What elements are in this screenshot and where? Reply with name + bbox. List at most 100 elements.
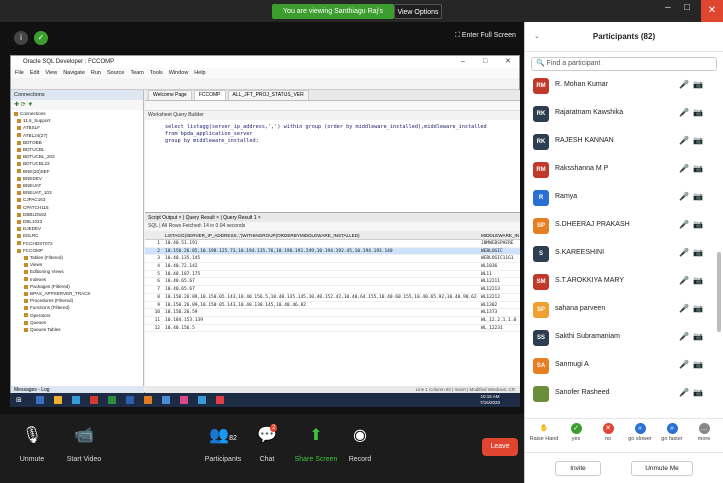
- taskbar-app-icon[interactable]: [90, 396, 98, 404]
- participant-search-input[interactable]: 🔍 Find a participant: [531, 57, 717, 71]
- maximize-button[interactable]: □: [684, 2, 690, 13]
- info-icon[interactable]: i: [14, 31, 28, 45]
- taskbar-folder-icon[interactable]: [54, 396, 62, 404]
- sqldev-minimize-button[interactable]: –: [461, 56, 465, 68]
- share-screen-button[interactable]: ⬆ Share Screen: [290, 422, 342, 463]
- tree-node[interactable]: BPAS_APPSERVER_TRACK: [14, 290, 143, 297]
- unmute-button[interactable]: 🎙 Unmute: [12, 422, 52, 463]
- menu-item-source[interactable]: Source: [107, 70, 124, 76]
- result-tabs[interactable]: Script Output × | Query Result × | Query…: [145, 212, 520, 222]
- windows-start-icon[interactable]: ⊞: [16, 396, 24, 404]
- tree-node[interactable]: Queues: [14, 319, 143, 326]
- participant-item[interactable]: RM Raksshanna M P 🎤 📷: [525, 156, 715, 184]
- tree-node[interactable]: Procedures (Filtered): [14, 297, 143, 304]
- column-header-listagg[interactable]: LISTAGG(SERVER_IP_ADDRESS,',')WITHINGROU…: [165, 231, 445, 240]
- menu-item-window[interactable]: Window: [169, 70, 189, 76]
- tree-node[interactable]: 11.6_Support: [14, 117, 143, 124]
- taskbar-app-icon[interactable]: [144, 396, 152, 404]
- tree-node[interactable]: BDTUCBL23: [14, 160, 143, 167]
- reaction-yes-button[interactable]: ✓ yes: [561, 423, 591, 442]
- tree-node[interactable]: BNE(20)SEF: [14, 168, 143, 175]
- participant-item[interactable]: SS Sakthi Subramaniam 🎤 📷: [525, 324, 715, 352]
- tree-node[interactable]: Functions (Filtered): [14, 304, 143, 311]
- tree-node[interactable]: BNEUAT: [14, 182, 143, 189]
- taskbar-app-icon[interactable]: [36, 396, 44, 404]
- column-header-middleware[interactable]: MIDDLEWARE_IN: [481, 231, 521, 240]
- taskbar-app-icon[interactable]: [108, 396, 116, 404]
- participant-item[interactable]: RK Rajaratnam Kawshika 🎤 📷: [525, 100, 715, 128]
- taskbar-app-icon[interactable]: [72, 396, 80, 404]
- menu-item-team[interactable]: Team: [130, 70, 143, 76]
- table-row[interactable]: 1 10.40.51.191 JBMWEBSPHERE: [145, 240, 520, 248]
- participant-item[interactable]: SP sahana parveen 🎤 📷: [525, 296, 715, 324]
- tree-node[interactable]: Editioning Views: [14, 268, 143, 275]
- table-row[interactable]: 4 10.40.72.142 WL1036: [145, 263, 520, 271]
- reaction-go-slower-button[interactable]: « go slower: [625, 423, 655, 442]
- document-tab[interactable]: FCCOMP: [193, 90, 226, 100]
- menu-item-tools[interactable]: Tools: [150, 70, 163, 76]
- tree-node[interactable]: Tables (Filtered): [14, 254, 143, 261]
- tree-node[interactable]: DBL1023: [14, 218, 143, 225]
- start-video-button[interactable]: 📹 Start Video: [58, 422, 110, 463]
- invite-button[interactable]: Invite: [555, 461, 601, 476]
- table-row[interactable]: 3 10.40.135.145 WEBLOGIC11G1: [145, 255, 520, 264]
- sql-editor[interactable]: select listagg(server_ip_address,',') wi…: [145, 120, 520, 210]
- chat-button[interactable]: 💬 2 Chat: [252, 422, 282, 463]
- tree-node[interactable]: ATBSLF: [14, 124, 143, 131]
- tree-node[interactable]: BNEUAT_103: [14, 189, 143, 196]
- participant-item[interactable]: RM R. Mohan Kumar 🎤 📷: [525, 72, 715, 100]
- table-row[interactable]: 9 10.150.26.89,10.150.05.143,10.40.130.14…: [145, 302, 520, 310]
- participants-button[interactable]: 👥82 Participants: [198, 422, 248, 463]
- enter-full-screen-button[interactable]: ⛶ Enter Full Screen: [455, 32, 516, 40]
- participants-scrollbar[interactable]: [717, 252, 721, 332]
- menu-item-help[interactable]: Help: [194, 70, 205, 76]
- tree-node[interactable]: FCCOMP: [14, 247, 143, 254]
- reaction-no-button[interactable]: ✕ no: [593, 423, 623, 442]
- document-tab[interactable]: ALL_JFT_PROJ_STATUS_VER: [227, 90, 309, 100]
- menu-item-edit[interactable]: Edit: [30, 70, 39, 76]
- sqldev-close-button[interactable]: ✕: [505, 56, 511, 68]
- participant-item[interactable]: SA Sanmugi A 🎤 📷: [525, 352, 715, 380]
- sqldev-maximize-button[interactable]: □: [483, 56, 487, 68]
- taskbar-app-icon[interactable]: [216, 396, 224, 404]
- tree-node[interactable]: Connections: [14, 110, 143, 117]
- taskbar-app-icon[interactable]: [180, 396, 188, 404]
- table-row[interactable]: 12 10.40.156.5 WL_12231: [145, 325, 520, 333]
- participant-item[interactable]: R Ramya 🎤 📷: [525, 184, 715, 212]
- filter-icon[interactable]: ▼: [27, 102, 33, 108]
- reaction-go-faster-button[interactable]: » go faster: [657, 423, 687, 442]
- taskbar-app-icon[interactable]: [162, 396, 170, 404]
- table-row[interactable]: 10 10.150.26.59 WL1373: [145, 309, 520, 317]
- tree-node[interactable]: Views: [14, 261, 143, 268]
- tree-node[interactable]: Packages (Filtered): [14, 283, 143, 290]
- taskbar-app-icon[interactable]: [126, 396, 134, 404]
- tree-node[interactable]: Queues Tables: [14, 326, 143, 333]
- tree-node[interactable]: BDTUCBL_203: [14, 153, 143, 160]
- tree-node[interactable]: CJPAC163: [14, 196, 143, 203]
- close-window-button[interactable]: ✕: [701, 0, 723, 22]
- tree-node[interactable]: Indexes: [14, 276, 143, 283]
- participant-item[interactable]: RK RAJESH KANNAN 🎤 📷: [525, 128, 715, 156]
- tree-node[interactable]: Operators: [14, 312, 143, 319]
- unmute-me-button[interactable]: Unmute Me: [631, 461, 693, 476]
- table-row[interactable]: 5 10.40.187.175 WL11: [145, 271, 520, 279]
- record-button[interactable]: ◉ Record: [344, 422, 376, 463]
- view-options-button[interactable]: View Options ⌄: [394, 4, 442, 31]
- reaction-more-button[interactable]: … more: [689, 423, 719, 442]
- tree-node[interactable]: CPATCH116: [14, 204, 143, 211]
- tree-node[interactable]: FCCHDST072: [14, 240, 143, 247]
- shield-icon[interactable]: ✓: [34, 31, 48, 45]
- worksheet-subtabs[interactable]: Worksheet Query Builder: [145, 111, 520, 120]
- tree-node[interactable]: DJEDEV: [14, 225, 143, 232]
- participant-item[interactable]: SP S.DHEERAJ PRAKASH 🎤 📷: [525, 212, 715, 240]
- table-row[interactable]: 8 10.150.26.89,10.150.05.143,10.40.156.5,…: [145, 294, 520, 302]
- tree-node[interactable]: BDTOBB: [14, 139, 143, 146]
- tree-node[interactable]: EDLRC: [14, 232, 143, 239]
- leave-meeting-button[interactable]: Leave: [482, 438, 518, 456]
- tree-node[interactable]: ATBL24(27): [14, 132, 143, 139]
- tree-node[interactable]: BNEDEV: [14, 175, 143, 182]
- document-tab[interactable]: Welcome Page: [148, 90, 192, 100]
- participant-item[interactable]: Sanofer Rasheed 🎤 📷: [525, 380, 715, 408]
- add-connection-icon[interactable]: ✚: [14, 102, 19, 108]
- refresh-icon[interactable]: ⟳: [21, 102, 26, 108]
